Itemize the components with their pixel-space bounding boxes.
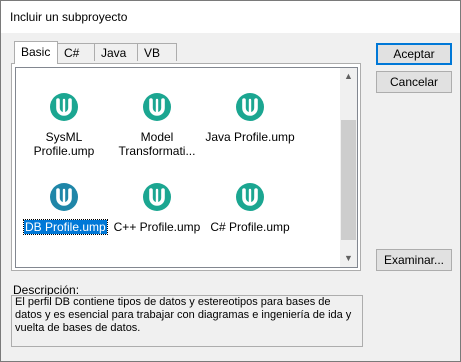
list-item-label: SysML Profile.ump: [33, 130, 95, 158]
list-item-model-transformation[interactable]: Model Transformati...: [111, 92, 203, 172]
list-item-label: Model Transformati...: [118, 130, 196, 158]
browse-button[interactable]: Examinar...: [376, 249, 452, 271]
umodel-profile-icon: [50, 93, 78, 121]
scroll-down-arrow-icon[interactable]: ▼: [340, 250, 357, 267]
template-list-view[interactable]: SysML Profile.ump Model Transformati... …: [15, 67, 358, 268]
vertical-scrollbar[interactable]: ▲ ▼: [340, 68, 357, 267]
list-item-csharp-profile[interactable]: C# Profile.ump: [204, 182, 296, 262]
list-item-java-profile[interactable]: Java Profile.ump: [204, 92, 296, 172]
tab-label: Basic: [21, 45, 51, 59]
accept-button[interactable]: Aceptar: [376, 43, 452, 65]
umodel-profile-icon: [50, 183, 78, 211]
tab-java[interactable]: Java: [94, 43, 138, 61]
dialog-title: Incluir un subproyecto: [10, 10, 128, 24]
title-bar: Incluir un subproyecto: [1, 1, 460, 33]
scroll-up-arrow-icon[interactable]: ▲: [340, 68, 357, 85]
umodel-profile-icon: [143, 93, 171, 121]
tab-vb[interactable]: VB: [137, 43, 177, 61]
list-item-cpp-profile[interactable]: C++ Profile.ump: [111, 182, 203, 262]
list-item-label: Java Profile.ump: [205, 130, 295, 144]
scroll-thumb[interactable]: [341, 120, 356, 240]
tab-csharp[interactable]: C#: [57, 43, 95, 61]
tab-basic[interactable]: Basic: [14, 41, 58, 64]
tab-label: C#: [64, 46, 80, 60]
list-item-sysml-profile[interactable]: SysML Profile.ump: [18, 92, 110, 172]
list-item-label: C# Profile.ump: [210, 220, 290, 234]
description-text: El perfil DB contiene tipos de datos y e…: [11, 295, 363, 347]
tab-label: Java: [101, 46, 127, 60]
list-item-label: C++ Profile.ump: [113, 220, 201, 234]
list-item-label-selected: DB Profile.ump: [23, 219, 108, 235]
umodel-profile-icon: [236, 183, 264, 211]
umodel-profile-icon: [236, 93, 264, 121]
umodel-profile-icon: [143, 183, 171, 211]
tab-label: VB: [144, 46, 161, 60]
cancel-button[interactable]: Cancelar: [376, 71, 452, 93]
include-subproject-dialog: Incluir un subproyecto Basic C# Java VB …: [0, 0, 461, 362]
list-item-db-profile[interactable]: DB Profile.ump: [18, 182, 110, 262]
